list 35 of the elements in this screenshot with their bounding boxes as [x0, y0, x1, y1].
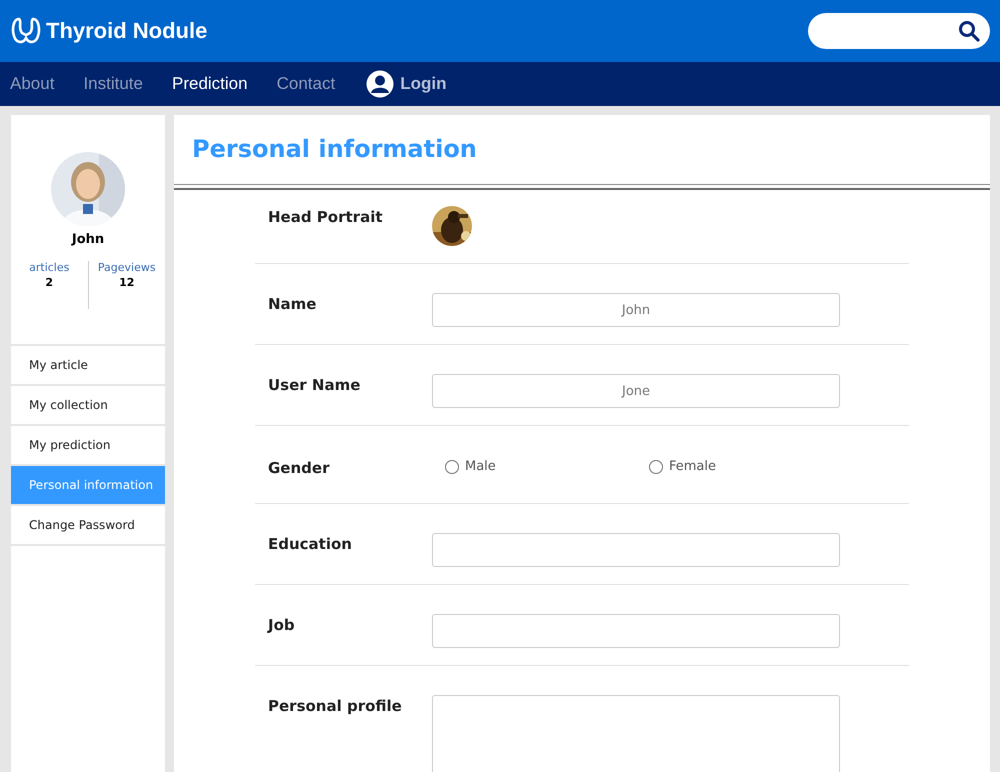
sidebar-item[interactable]: My prediction [11, 426, 165, 464]
nav-link[interactable]: Prediction [172, 74, 248, 94]
stat-value: 12 [119, 276, 134, 289]
sidebar-item[interactable]: Change Password [11, 506, 165, 544]
nav-link[interactable]: Contact [276, 74, 336, 94]
search-field[interactable] [808, 13, 990, 49]
stat-label: articles [29, 261, 70, 274]
text-field[interactable]: John [432, 293, 840, 327]
text-field[interactable]: Jone [432, 374, 840, 408]
nav-link[interactable]: Institute [83, 74, 143, 94]
field-label: Personal profile [268, 697, 403, 715]
user-icon[interactable] [366, 70, 394, 98]
stat-value: 2 [45, 276, 54, 289]
stat-label: Pageviews [98, 261, 156, 274]
text-field[interactable] [432, 533, 840, 567]
field-label: Head Portrait [268, 208, 384, 226]
section-title: Personal information [191, 134, 478, 165]
sidebar-item[interactable]: My collection [11, 386, 165, 424]
field-label: Job [268, 616, 296, 634]
user-name: John [72, 232, 104, 247]
search-icon[interactable] [958, 20, 980, 42]
field-label: Gender [268, 459, 330, 477]
site-title: Thyroid Nodule [46, 18, 208, 44]
nav-link[interactable]: About [10, 74, 54, 94]
radio-label: Female [669, 459, 716, 474]
sidebar-item[interactable]: My article [11, 346, 165, 384]
radio-button[interactable] [649, 460, 663, 474]
field-label: Education [268, 535, 353, 553]
field-label: Name [268, 295, 318, 313]
thyroid-logo-icon [10, 16, 42, 46]
radio-label: Male [465, 459, 496, 474]
text-field[interactable] [432, 614, 840, 648]
radio-button[interactable] [445, 460, 459, 474]
login-link[interactable]: Login [400, 74, 446, 94]
field-label: User Name [268, 376, 362, 394]
